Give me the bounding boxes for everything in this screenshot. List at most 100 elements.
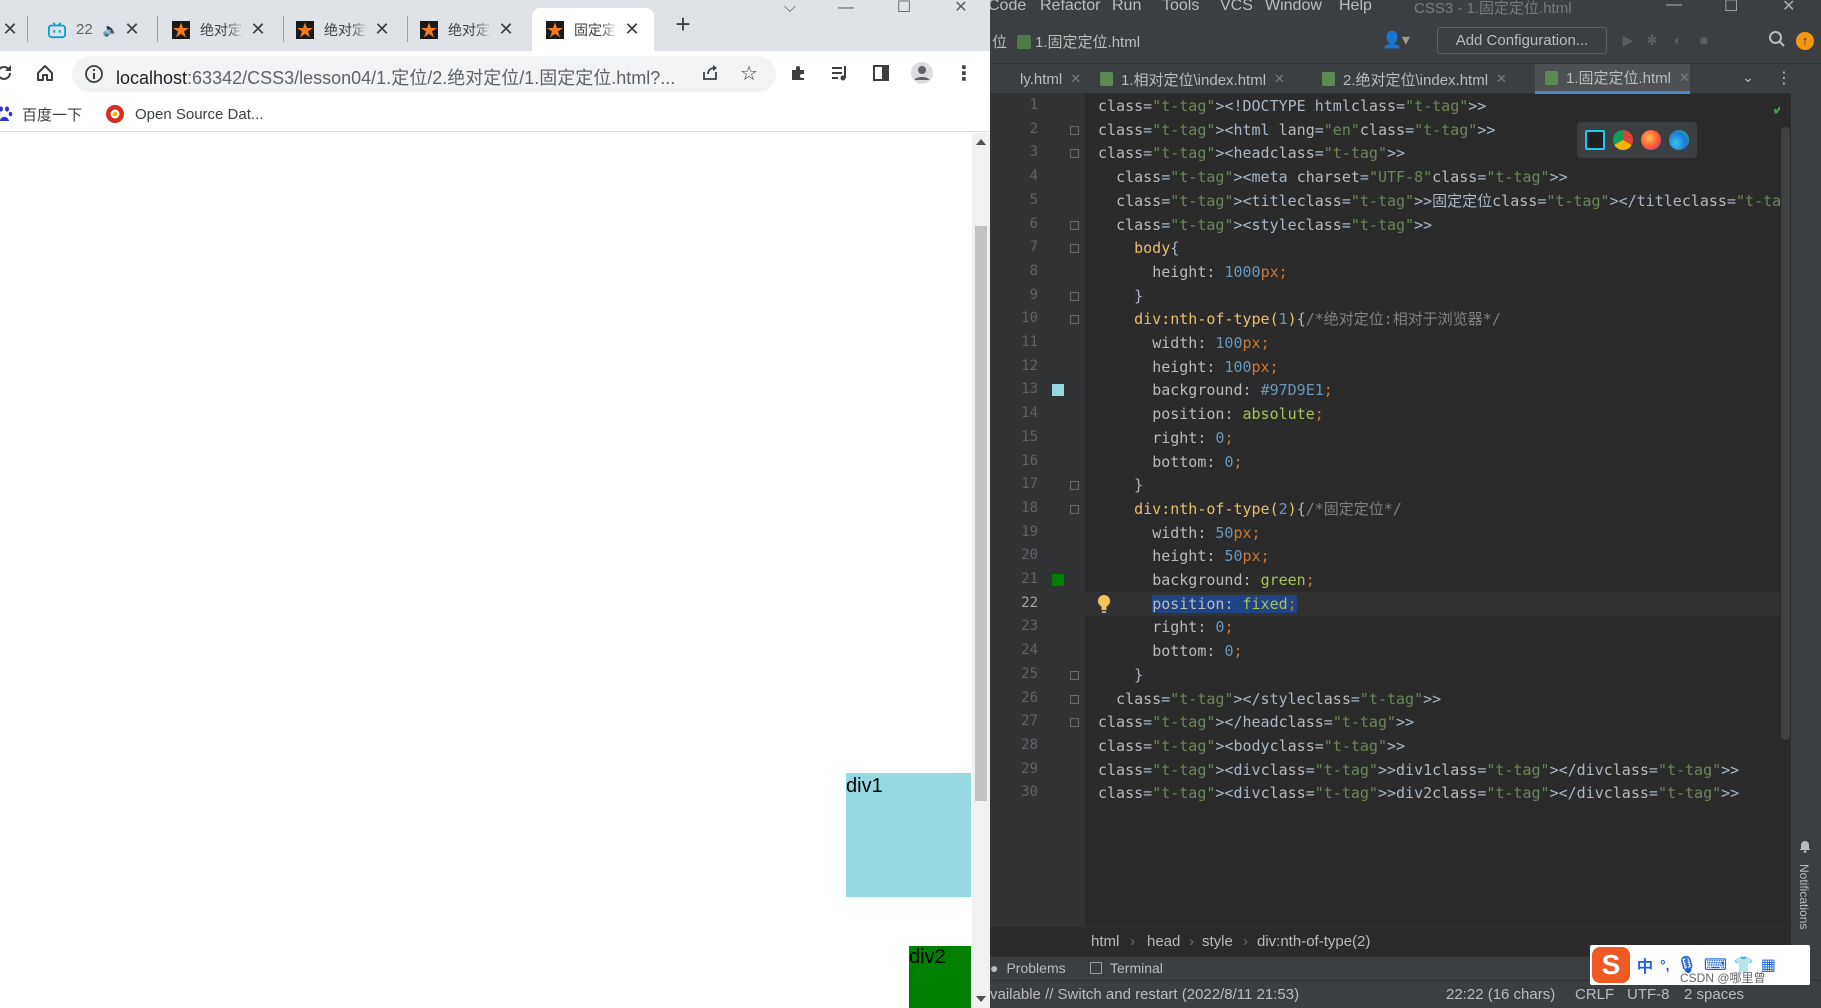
fold-marker-icon[interactable] [1070,291,1079,301]
bookmark-star-icon[interactable]: ☆ [740,61,758,86]
run-icon[interactable]: ▶ [1618,30,1638,50]
tabs-dropdown-chevron-icon[interactable]: ⌄ [1742,69,1754,86]
close-window-icon[interactable]: ✕ [1782,0,1795,16]
code-line[interactable]: position: fixed; [1085,591,1791,616]
fold-marker-icon[interactable] [1070,125,1079,135]
coverage-icon[interactable]: ◐ [1668,30,1688,50]
scrollbar-thumb[interactable] [1781,127,1790,740]
menu-window[interactable]: Window [1265,0,1322,15]
code-line[interactable]: } [1085,284,1791,308]
editor-scrollbar[interactable] [1780,94,1791,926]
code-line[interactable]: div:nth-of-type(1){/*绝对定位:相对于浏览器*/ [1085,307,1791,331]
breadcrumb-item[interactable]: head [1147,933,1180,950]
minimize-icon[interactable]: — [1666,0,1682,14]
update-icon[interactable]: ↑ [1796,32,1814,50]
editor-tab-active[interactable]: 1.固定定位.html ✕ [1535,64,1690,94]
page-scrollbar[interactable] [972,133,990,1008]
share-icon[interactable] [700,63,720,88]
more-options-icon[interactable]: ⋮ [1776,68,1792,88]
ime-punctuation-icon[interactable]: °, [1660,957,1670,973]
notifications-label[interactable]: Notifications [1797,864,1811,929]
menu-vcs[interactable]: VCS [1220,0,1253,15]
chrome-icon[interactable] [1613,130,1633,150]
stop-icon[interactable]: ■ [1694,30,1714,50]
code-line[interactable]: body{ [1085,236,1791,260]
code-line[interactable]: class="t-tag"></styleclass="t-tag">> [1085,687,1791,711]
reload-icon[interactable] [0,59,18,87]
color-swatch-icon[interactable] [1052,384,1064,397]
fold-marker-icon[interactable] [1070,481,1079,491]
tab-partial[interactable]: ✕ [0,8,20,51]
editor-tab[interactable]: 1.相对定位\index.html ✕ [1082,64,1300,94]
extensions-icon[interactable] [785,59,813,87]
menu-kebab-icon[interactable]: ⋮ [950,59,978,87]
code-line[interactable]: background: green; [1085,568,1791,592]
caret-position[interactable]: 22:22 (16 chars) [1446,986,1555,1003]
url-text[interactable]: localhost:63342/CSS3/lesson04/1.定位/2.绝对定… [116,64,675,90]
problems-toolwindow[interactable]: ● Problems [990,960,1066,976]
fold-marker-icon[interactable] [1070,149,1079,159]
close-icon[interactable]: ✕ [496,19,516,39]
code-line[interactable]: } [1085,473,1791,497]
close-icon[interactable]: ✕ [622,19,642,39]
code-line[interactable]: } [1085,663,1791,687]
scrollbar-thumb[interactable] [975,226,987,801]
code-line[interactable]: class="t-tag"></headclass="t-tag">> [1085,710,1791,734]
menu-code[interactable]: Code [990,0,1026,15]
profile-avatar-icon[interactable] [908,59,936,87]
code-line[interactable]: position: absolute; [1085,402,1791,426]
file-encoding[interactable]: UTF-8 [1627,986,1670,1003]
line-separator[interactable]: CRLF [1575,986,1614,1003]
bookmark-baidu[interactable]: 百度一下 [0,102,82,126]
code-line[interactable]: div:nth-of-type(2){/*固定定位*/ [1085,497,1791,521]
code-line[interactable]: height: 100px; [1085,355,1791,379]
add-configuration-button[interactable]: Add Configuration... [1437,27,1607,54]
fold-marker-icon[interactable] [1070,718,1079,728]
code-line[interactable]: class="t-tag"><styleclass="t-tag">> [1085,213,1791,237]
media-queue-icon[interactable] [826,59,854,87]
tab-search-chevron-icon[interactable]: ⌵ [770,0,810,20]
indent-setting[interactable]: 2 spaces [1684,986,1744,1003]
speaker-muted-icon[interactable]: 🔈 [103,22,119,38]
status-message[interactable]: vailable // Switch and restart (2022/8/1… [990,986,1299,1003]
tab-webstorm-1[interactable]: 绝对定位 ✕ [160,8,280,51]
close-icon[interactable]: ✕ [1070,71,1081,87]
close-icon[interactable]: ✕ [1679,70,1690,86]
nav-file[interactable]: 1.固定定位.html [1035,34,1140,51]
scroll-down-arrow-icon[interactable] [976,996,986,1002]
firefox-icon[interactable] [1641,130,1661,150]
fold-marker-icon[interactable] [1070,244,1079,254]
code-line[interactable]: bottom: 0; [1085,450,1791,474]
close-window-icon[interactable]: ✕ [941,0,981,20]
editor-tab[interactable]: ly.html ✕ [990,64,1081,94]
address-bar[interactable]: localhost:63342/CSS3/lesson04/1.定位/2.绝对定… [72,56,776,92]
close-icon[interactable]: ✕ [248,19,268,39]
menu-help[interactable]: Help [1339,0,1372,15]
code-line[interactable]: class="t-tag"><divclass="t-tag">>div1cla… [1085,758,1791,782]
search-icon[interactable] [1768,30,1786,53]
menu-refactor[interactable]: Refactor [1040,0,1100,15]
code-line[interactable]: class="t-tag"><meta charset="UTF-8"class… [1085,165,1791,189]
menu-run[interactable]: Run [1112,0,1141,15]
tab-webstorm-2[interactable]: 绝对定位 ✕ [284,8,404,51]
home-icon[interactable] [31,59,59,87]
menu-tools[interactable]: Tools [1162,0,1199,15]
close-icon[interactable]: ✕ [122,19,142,39]
maximize-icon[interactable]: ☐ [1724,0,1738,16]
code-line[interactable]: right: 0; [1085,615,1791,639]
close-icon[interactable]: ✕ [1496,71,1507,87]
side-panel-icon[interactable] [867,59,895,87]
ime-chinese-mode[interactable]: 中 [1637,953,1653,977]
breadcrumb-item[interactable]: div:nth-of-type(2) [1257,933,1370,950]
code-line[interactable]: class="t-tag"><divclass="t-tag">>div2cla… [1085,781,1791,805]
terminal-toolwindow[interactable]: Terminal [1090,960,1163,976]
breadcrumb-item[interactable]: html [1091,933,1119,950]
code-editor[interactable]: class="t-tag"><!DOCTYPE htmlclass="t-tag… [1085,94,1817,926]
code-line[interactable]: background: #97D9E1; [1085,378,1791,402]
code-line[interactable]: class="t-tag"><!DOCTYPE htmlclass="t-tag… [1085,94,1791,118]
breadcrumb-item[interactable]: style [1202,933,1233,950]
lightbulb-icon[interactable] [1097,594,1111,614]
code-line[interactable]: width: 50px; [1085,521,1791,545]
edge-icon[interactable] [1669,130,1689,150]
code-line[interactable]: width: 100px; [1085,331,1791,355]
